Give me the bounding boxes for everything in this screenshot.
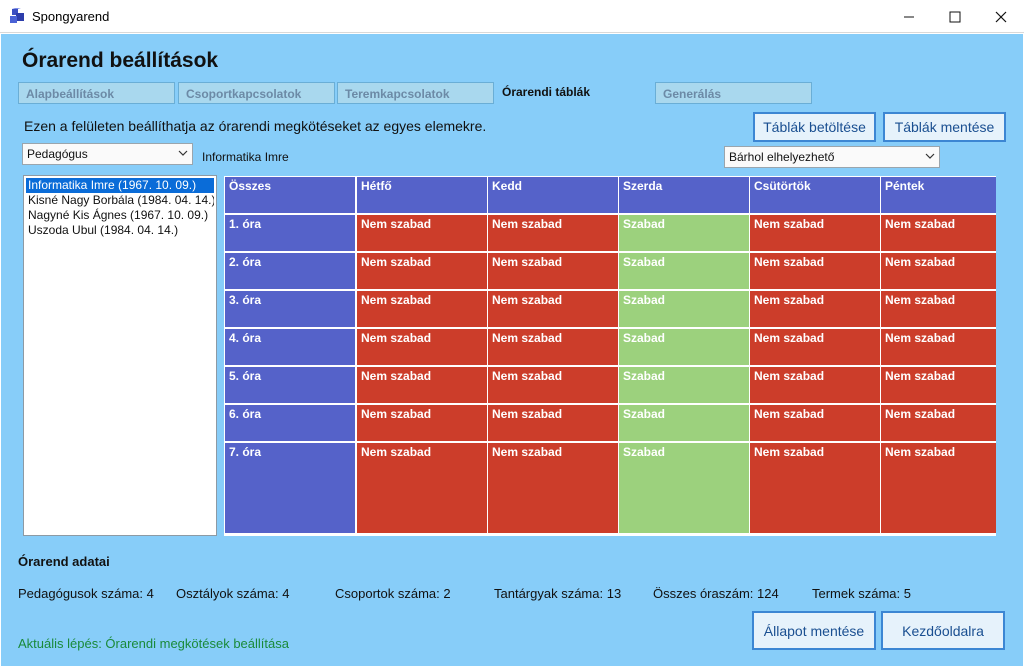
timetable-cell[interactable]: Nem szabad	[487, 442, 619, 534]
timetable-cell[interactable]: Nem szabad	[880, 404, 996, 442]
tab-orarendi-tablak[interactable]: Órarendi táblák	[495, 82, 645, 104]
timetable-cell[interactable]: Nem szabad	[749, 328, 881, 366]
timetable-cell[interactable]: Nem szabad	[749, 252, 881, 290]
chevron-down-icon	[925, 153, 935, 159]
minimize-button[interactable]	[886, 0, 932, 33]
timetable-cell[interactable]: Nem szabad	[880, 366, 996, 404]
status-text: Aktuális lépés: Órarendi megkötések beál…	[18, 636, 289, 651]
timetable-cell[interactable]: Szabad	[618, 366, 750, 404]
timetable-cell[interactable]: Szabad	[618, 404, 750, 442]
maximize-icon	[949, 11, 961, 22]
minimize-icon	[904, 16, 914, 17]
cube-stack-icon	[10, 8, 24, 23]
timetable-cell[interactable]: Nem szabad	[880, 328, 996, 366]
timetable-cell[interactable]: Nem szabad	[880, 442, 996, 534]
timetable-cell[interactable]: Nem szabad	[880, 290, 996, 328]
list-item[interactable]: Kisné Nagy Borbála (1984. 04. 14.)	[26, 193, 214, 208]
period-header: 5. óra	[224, 366, 356, 404]
timetable-cell[interactable]: Nem szabad	[487, 328, 619, 366]
timetable-cell[interactable]: Nem szabad	[749, 404, 881, 442]
stat-rooms: Termek száma: 5	[812, 586, 911, 601]
timetable-cell[interactable]: Nem szabad	[356, 366, 488, 404]
timetable-cell[interactable]: Nem szabad	[356, 442, 488, 534]
timetable-cell[interactable]: Nem szabad	[356, 404, 488, 442]
timetable-cell[interactable]: Nem szabad	[487, 214, 619, 252]
stat-total-hours: Összes óraszám: 124	[653, 586, 779, 601]
timetable-cell[interactable]: Nem szabad	[749, 442, 881, 534]
timetable-cell[interactable]: Szabad	[618, 252, 750, 290]
timetable-cell[interactable]: Nem szabad	[356, 290, 488, 328]
stat-teachers: Pedagógusok száma: 4	[18, 586, 154, 601]
save-tables-button[interactable]: Táblák mentése	[883, 112, 1006, 142]
timetable-cell[interactable]: Nem szabad	[487, 290, 619, 328]
timetable-cell[interactable]: Nem szabad	[880, 214, 996, 252]
page-title: Órarend beállítások	[22, 49, 219, 72]
window-title: Spongyarend	[32, 9, 110, 24]
close-button[interactable]	[978, 0, 1024, 33]
close-icon	[995, 11, 1007, 22]
chevron-down-icon	[178, 150, 188, 156]
period-header: 4. óra	[224, 328, 356, 366]
timetable-cell[interactable]: Nem szabad	[749, 214, 881, 252]
timetable-cell[interactable]: Nem szabad	[356, 252, 488, 290]
stats-title: Órarend adatai	[18, 554, 110, 569]
timetable-cell[interactable]: Nem szabad	[880, 252, 996, 290]
header-corner: Összes	[224, 176, 356, 214]
timetable-cell[interactable]: Nem szabad	[749, 366, 881, 404]
timetable-cell[interactable]: Szabad	[618, 328, 750, 366]
day-header: Hétfő	[356, 176, 488, 214]
timetable-cell[interactable]: Szabad	[618, 442, 750, 534]
list-item[interactable]: Uszoda Ubul (1984. 04. 14.)	[26, 223, 214, 238]
day-header: Péntek	[880, 176, 996, 214]
stat-classes: Osztályok száma: 4	[176, 586, 290, 601]
page-description: Ezen a felületen beállíthatja az órarend…	[24, 118, 487, 134]
day-header: Szerda	[618, 176, 750, 214]
tab-generalas[interactable]: Generálás	[655, 82, 812, 104]
type-select[interactable]: Pedagógus	[22, 143, 193, 165]
placement-select[interactable]: Bárhol elhelyezhető	[724, 146, 940, 168]
stat-subjects: Tantárgyak száma: 13	[494, 586, 622, 601]
save-state-button[interactable]: Állapot mentése	[752, 611, 876, 650]
timetable-cell[interactable]: Nem szabad	[749, 290, 881, 328]
placement-select-value: Bárhol elhelyezhető	[729, 150, 835, 164]
timetable-cell[interactable]: Szabad	[618, 214, 750, 252]
teacher-list[interactable]: Informatika Imre (1967. 10. 09.) Kisné N…	[23, 175, 217, 536]
timetable-cell[interactable]: Nem szabad	[356, 214, 488, 252]
tab-alapbeallitasok[interactable]: Alapbeállítások	[18, 82, 175, 104]
timetable-cell[interactable]: Nem szabad	[487, 252, 619, 290]
timetable-cell[interactable]: Szabad	[618, 290, 750, 328]
timetable-grid: Összes Hétfő Kedd Szerda Csütörtök Péntek 1. ó…	[224, 176, 996, 536]
period-header: 7. óra	[224, 442, 356, 534]
maximize-button[interactable]	[932, 0, 978, 33]
selected-entity-label: Informatika Imre	[202, 150, 289, 164]
home-button[interactable]: Kezdőoldalra	[881, 611, 1005, 650]
load-tables-button[interactable]: Táblák betöltése	[753, 112, 876, 142]
stat-groups: Csoportok száma: 2	[335, 586, 451, 601]
tab-csoportkapcsolatok[interactable]: Csoportkapcsolatok	[178, 82, 335, 104]
timetable-cell[interactable]: Nem szabad	[487, 366, 619, 404]
tab-teremkapcsolatok[interactable]: Teremkapcsolatok	[337, 82, 494, 104]
day-header: Kedd	[487, 176, 619, 214]
timetable-cell[interactable]: Nem szabad	[487, 404, 619, 442]
period-header: 6. óra	[224, 404, 356, 442]
list-item[interactable]: Nagyné Kis Ágnes (1967. 10. 09.)	[26, 208, 214, 223]
title-bar: Spongyarend	[0, 0, 1024, 33]
period-header: 3. óra	[224, 290, 356, 328]
day-header: Csütörtök	[749, 176, 881, 214]
type-select-value: Pedagógus	[27, 147, 88, 161]
period-header: 1. óra	[224, 214, 356, 252]
period-header: 2. óra	[224, 252, 356, 290]
timetable-cell[interactable]: Nem szabad	[356, 328, 488, 366]
list-item[interactable]: Informatika Imre (1967. 10. 09.)	[26, 178, 214, 193]
